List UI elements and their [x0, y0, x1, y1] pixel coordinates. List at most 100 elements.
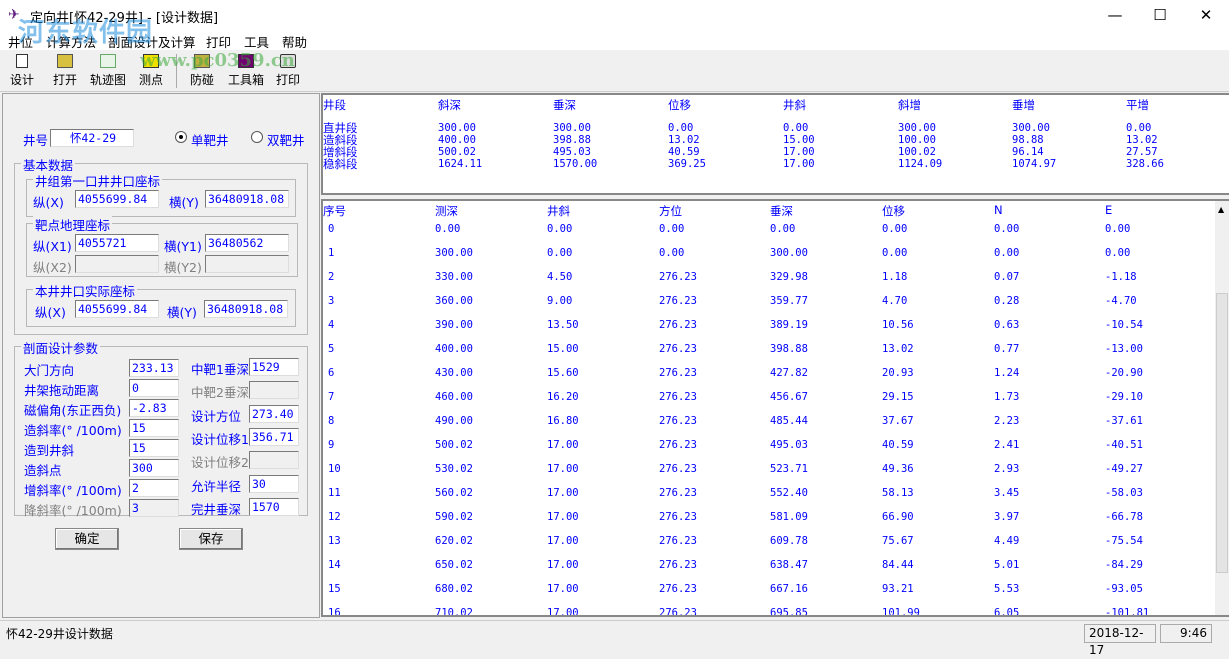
- scroll-up-icon[interactable]: ▲: [1218, 205, 1224, 214]
- y1-input[interactable]: 36480562: [205, 234, 289, 252]
- param-label: 造斜率(° /100m): [24, 423, 122, 438]
- detail-cell: 530.02: [435, 463, 473, 475]
- detail-cell: 710.02: [435, 607, 473, 617]
- param-label: 设计位移2: [191, 455, 249, 471]
- param-input[interactable]: 2: [129, 479, 179, 497]
- well-no-label: 井号: [23, 133, 49, 148]
- param-input[interactable]: 273.40: [249, 404, 299, 423]
- detail-cell: -93.05: [1105, 583, 1143, 595]
- actual-y-input[interactable]: 36480918.08: [204, 300, 288, 318]
- first-y-input[interactable]: 36480918.08: [205, 190, 289, 208]
- status-text: 怀42-29井设计数据: [6, 627, 113, 641]
- detail-cell: 1: [328, 247, 335, 259]
- trajectory-chart-icon: [100, 54, 116, 68]
- detail-cell: 15.00: [547, 343, 579, 355]
- new-document-icon: [16, 54, 28, 68]
- detail-header: 测深: [435, 204, 458, 218]
- status-date: 2018-12-17: [1084, 624, 1156, 657]
- profile-params-title: 剖面设计参数: [21, 338, 101, 357]
- detail-cell: 276.23: [659, 535, 697, 547]
- detail-cell: 9.00: [547, 295, 573, 307]
- x2-input[interactable]: [75, 255, 159, 273]
- x1-input[interactable]: 4055721: [75, 234, 159, 252]
- first-x-input[interactable]: 4055699.84: [75, 190, 159, 208]
- param-input[interactable]: -2.83: [129, 399, 179, 417]
- single-target-radio[interactable]: [175, 131, 187, 143]
- menu-help[interactable]: 帮助: [282, 32, 307, 51]
- y2-label: 横(Y2): [164, 260, 202, 275]
- param-input[interactable]: 15: [129, 439, 179, 457]
- double-target-radio[interactable]: [251, 131, 263, 143]
- detail-cell: 16.80: [547, 415, 579, 427]
- param-input[interactable]: [249, 451, 299, 470]
- design-button[interactable]: 设计: [0, 52, 44, 90]
- detail-header: E: [1105, 203, 1113, 217]
- detail-header: 序号: [323, 204, 346, 218]
- detail-cell: 0.00: [659, 247, 685, 259]
- param-label: 大门方向: [24, 363, 75, 378]
- detail-cell: 93.21: [882, 583, 914, 595]
- summary-cell: 17.00: [783, 146, 815, 158]
- param-input[interactable]: 1529: [249, 358, 299, 376]
- detail-cell: 13: [328, 535, 341, 547]
- summary-header: 垂深: [553, 98, 576, 112]
- ok-button[interactable]: 确定: [55, 528, 119, 550]
- detail-cell: 6: [328, 367, 335, 379]
- basic-data-group: 基本数据 井组第一口井井口座标 纵(X) 4055699.84 横(Y) 364…: [14, 155, 308, 335]
- detail-cell: 276.23: [659, 511, 697, 523]
- param-input[interactable]: 15: [129, 419, 179, 437]
- x-label: 纵(X): [33, 195, 64, 210]
- detail-cell: 427.82: [770, 367, 808, 379]
- detail-cell: 3: [328, 295, 335, 307]
- param-input[interactable]: [249, 381, 299, 400]
- detail-cell: 638.47: [770, 559, 808, 571]
- first-well-title: 井组第一口井井口座标: [33, 171, 163, 190]
- detail-cell: 5: [328, 343, 335, 355]
- y2-input[interactable]: [205, 255, 289, 273]
- detail-cell: 680.02: [435, 583, 473, 595]
- maximize-button[interactable]: ☐: [1137, 0, 1183, 30]
- summary-cell: 1124.09: [898, 158, 943, 170]
- open-button[interactable]: 打开: [43, 52, 87, 90]
- param-input[interactable]: 3: [129, 499, 179, 517]
- detail-cell: 590.02: [435, 511, 473, 523]
- param-input[interactable]: 1570: [249, 497, 299, 516]
- title-bar: ✈ 定向井[怀42-29井] - [设计数据] — ☐ ✕: [0, 0, 1229, 30]
- detail-cell: 5.53: [994, 583, 1020, 595]
- scroll-thumb[interactable]: [1216, 293, 1228, 573]
- detail-cell: 400.00: [435, 343, 473, 355]
- detail-cell: 8: [328, 415, 335, 427]
- param-input[interactable]: 356.71: [249, 427, 299, 446]
- param-label: 降斜率(° /100m): [24, 503, 122, 518]
- detail-cell: 10.56: [882, 319, 914, 331]
- detail-cell: 276.23: [659, 559, 697, 571]
- param-input[interactable]: 300: [129, 459, 179, 477]
- section-summary-table: 井段 斜深 垂深 位移 井斜 斜增 垂增 平增 直井段 300.00 300.00 0.00 0.00 3…: [321, 93, 1229, 195]
- param-input[interactable]: 0: [129, 379, 179, 397]
- minimize-button[interactable]: —: [1092, 0, 1138, 30]
- detail-cell: 430.00: [435, 367, 473, 379]
- summary-cell: 15.00: [783, 134, 815, 146]
- vertical-scrollbar[interactable]: ▲: [1215, 201, 1229, 615]
- save-button[interactable]: 保存: [179, 528, 243, 550]
- detail-cell: 15: [328, 583, 341, 595]
- menu-tools[interactable]: 工具: [244, 32, 269, 51]
- summary-cell: 1624.11: [438, 158, 483, 170]
- detail-cell: 0.00: [882, 247, 908, 259]
- close-button[interactable]: ✕: [1183, 0, 1229, 30]
- param-input[interactable]: 233.13: [129, 359, 179, 377]
- trajectory-button[interactable]: 轨迹图: [86, 52, 130, 90]
- param-input[interactable]: 30: [249, 474, 299, 493]
- summary-header: 垂增: [1012, 98, 1035, 112]
- detail-cell: 456.67: [770, 391, 808, 403]
- menu-print[interactable]: 打印: [206, 32, 231, 51]
- detail-cell: 17.00: [547, 487, 579, 499]
- detail-cell: -84.29: [1105, 559, 1143, 571]
- detail-header: N: [994, 203, 1003, 217]
- well-no-input[interactable]: 怀42-29: [50, 129, 134, 147]
- actual-x-input[interactable]: 4055699.84: [75, 300, 159, 318]
- summary-cell: 400.00: [438, 134, 476, 146]
- detail-cell: -1.18: [1105, 271, 1137, 283]
- detail-cell: 650.02: [435, 559, 473, 571]
- detail-cell: -13.00: [1105, 343, 1143, 355]
